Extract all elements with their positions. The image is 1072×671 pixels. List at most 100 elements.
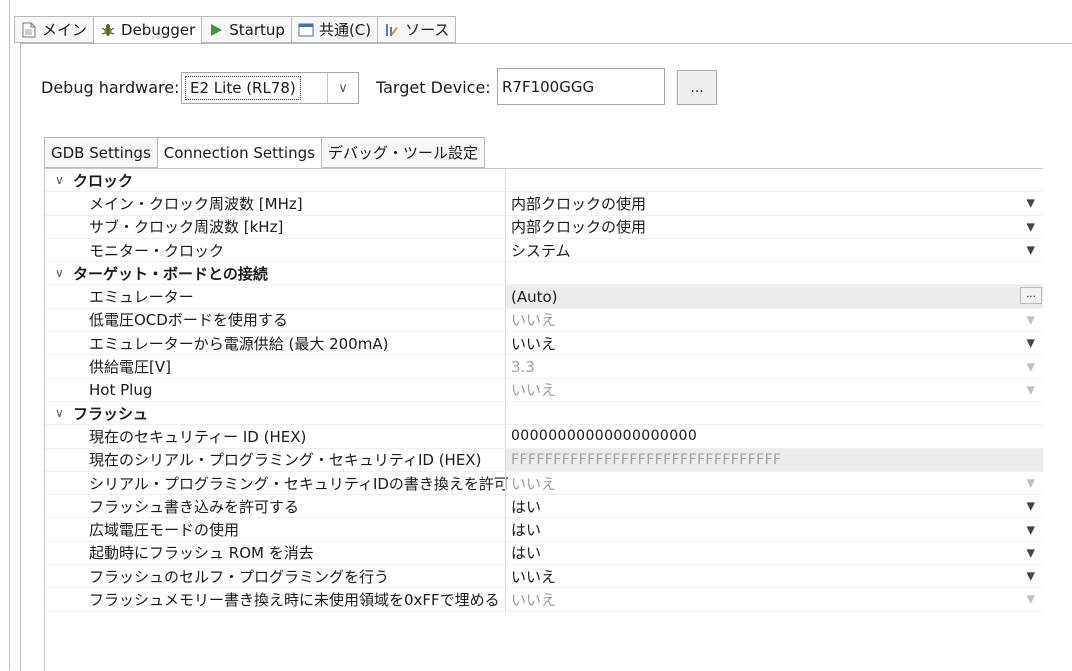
property-value-cell[interactable]: いいえ ▼ [505, 471, 1043, 495]
tab-common[interactable]: 共通(C) [291, 16, 379, 43]
property-value: はい [511, 521, 542, 540]
chevron-down-icon[interactable]: ▼ [1027, 500, 1035, 513]
row-label: クロック [73, 171, 134, 190]
play-icon [208, 22, 224, 38]
property-name: 広域電圧モードの使用 [45, 518, 549, 540]
category-name: ∨ ターゲット・ボードとの接続 [45, 262, 515, 284]
property-category-row[interactable]: ∨ ターゲット・ボードとの接続 [45, 262, 1043, 286]
debug-hardware-value: E2 Lite (RL78) [185, 76, 301, 100]
property-row[interactable]: フラッシュのセルフ・プログラミングを行う いいえ ▼ [45, 565, 1043, 589]
debug-hardware-select[interactable]: E2 Lite (RL78) ∨ [181, 72, 359, 104]
tab-gdb-settings[interactable]: GDB Settings [44, 137, 158, 168]
chevron-down-icon[interactable]: ▼ [1027, 244, 1035, 257]
property-name: エミュレーターから電源供給 (最大 200mA) [45, 332, 549, 354]
debugger-subtabs: GDB Settings Connection Settings デバッグ・ツー… [44, 137, 485, 168]
tab-debugger[interactable]: Debugger [94, 16, 203, 44]
property-name: 供給電圧[V] [45, 355, 549, 377]
property-name: シリアル・プログラミング・セキュリティIDの書き換えを許可 [45, 472, 549, 494]
property-value-cell[interactable]: FFFFFFFFFFFFFFFFFFFFFFFFFFFFFFFF [505, 448, 1043, 471]
property-value-cell[interactable]: 内部クロックの使用 ▼ [505, 215, 1043, 238]
property-value: いいえ [511, 334, 557, 353]
chevron-down-icon[interactable]: ▼ [1027, 546, 1035, 559]
chevron-down-icon[interactable]: ∨ [55, 406, 73, 420]
property-value-cell[interactable]: いいえ ▼ [505, 378, 1043, 401]
property-row[interactable]: フラッシュ書き込みを許可する はい ▼ [45, 495, 1043, 519]
property-value: (Auto) [511, 287, 558, 306]
property-row[interactable]: エミュレーターから電源供給 (最大 200mA) いいえ ▼ [45, 332, 1043, 356]
property-value-cell[interactable]: いいえ ▼ [505, 588, 1043, 611]
tab-source[interactable]: ソース [378, 16, 457, 43]
target-device-field[interactable]: R7F100GGG [497, 68, 665, 105]
property-category-row[interactable]: ∨ クロック [45, 169, 1043, 193]
property-value: 00000000000000000000 [511, 428, 698, 445]
property-value-cell[interactable]: 3.3 ▼ [505, 355, 1043, 378]
property-value-cell[interactable]: はい ▼ [505, 495, 1043, 518]
property-row[interactable]: 低電圧OCDボードを使用する いいえ ▼ [45, 308, 1043, 333]
row-label: 供給電圧[V] [89, 358, 171, 377]
tab-main[interactable]: メイン [14, 16, 95, 43]
row-label: シリアル・プログラミング・セキュリティIDの書き換えを許可 [89, 474, 509, 493]
property-row[interactable]: Hot Plug いいえ ▼ [45, 378, 1043, 402]
property-name: メイン・クロック周波数 [MHz] [45, 192, 549, 214]
row-label: メイン・クロック周波数 [MHz] [89, 194, 303, 213]
category-name: ∨ クロック [45, 169, 515, 191]
row-label: 低電圧OCDボードを使用する [89, 311, 288, 330]
property-row[interactable]: フラッシュメモリー書き換え時に未使用領域を0xFFで埋める いいえ ▼ [45, 588, 1043, 612]
tab-main-label: メイン [42, 21, 88, 39]
tab-debugger-label: Debugger [121, 21, 196, 39]
property-value-cell [505, 401, 1043, 425]
property-value-cell[interactable]: はい ▼ [505, 541, 1043, 565]
row-label: Hot Plug [89, 380, 153, 399]
property-row[interactable]: 供給電圧[V] 3.3 ▼ [45, 355, 1043, 379]
left-edge-divider [9, 0, 10, 670]
property-value-cell[interactable]: はい ▼ [505, 518, 1043, 541]
chevron-down-icon[interactable]: ∨ [55, 266, 73, 280]
property-value-cell[interactable]: 00000000000000000000 [505, 425, 1043, 448]
row-label: フラッシュ [73, 404, 149, 423]
property-value-cell[interactable]: システム ▼ [505, 238, 1043, 262]
chevron-down-icon[interactable]: ▼ [1027, 570, 1035, 583]
chevron-down-icon[interactable]: ▼ [1027, 197, 1035, 210]
property-value-cell[interactable]: いいえ ▼ [505, 308, 1043, 332]
property-value: はい [511, 544, 542, 563]
row-label: サブ・クロック周波数 [kHz] [89, 218, 284, 237]
property-name: 起動時にフラッシュ ROM を消去 [45, 542, 549, 564]
property-row[interactable]: メイン・クロック周波数 [MHz] 内部クロックの使用 ▼ [45, 192, 1043, 216]
property-name: 現在のセキュリティー ID (HEX) [45, 425, 549, 447]
property-value-cell[interactable]: 内部クロックの使用 ▼ [505, 192, 1043, 215]
property-value-cell [505, 169, 1043, 192]
property-row[interactable]: 現在のセキュリティー ID (HEX) 00000000000000000000 [45, 425, 1043, 449]
ellipsis-button[interactable]: ... [1020, 287, 1042, 305]
property-row[interactable]: 広域電圧モードの使用 はい ▼ [45, 518, 1043, 542]
property-row[interactable]: サブ・クロック周波数 [kHz] 内部クロックの使用 ▼ [45, 215, 1043, 239]
target-device-browse-button[interactable]: ... [677, 70, 717, 105]
property-value-cell[interactable]: (Auto)... [505, 285, 1043, 308]
property-row[interactable]: 起動時にフラッシュ ROM を消去 はい ▼ [45, 541, 1043, 566]
row-label: モニター・クロック [89, 241, 225, 260]
property-row[interactable]: シリアル・プログラミング・セキュリティIDの書き換えを許可 いいえ ▼ [45, 471, 1043, 496]
chevron-down-icon[interactable]: ▼ [1027, 337, 1035, 350]
tab-startup[interactable]: Startup [202, 16, 292, 43]
property-value: はい [511, 497, 542, 516]
debug-hardware-label: Debug hardware: [41, 78, 180, 97]
chevron-down-icon[interactable]: ▼ [1027, 220, 1035, 233]
property-name: フラッシュのセルフ・プログラミングを行う [45, 565, 549, 587]
tab-debug-tool-settings[interactable]: デバッグ・ツール設定 [321, 137, 485, 168]
row-label: ターゲット・ボードとの接続 [73, 264, 268, 283]
property-value-cell[interactable]: いいえ ▼ [505, 565, 1043, 588]
tab-connection-settings[interactable]: Connection Settings [157, 137, 322, 168]
chevron-down-icon[interactable]: ∨ [327, 73, 358, 103]
property-value: 3.3 [511, 357, 535, 376]
property-row[interactable]: エミュレーター (Auto)... [45, 285, 1043, 309]
chevron-down-icon[interactable]: ▼ [1027, 523, 1035, 536]
property-value-cell[interactable]: いいえ ▼ [505, 332, 1043, 355]
property-name: フラッシュ書き込みを許可する [45, 495, 549, 517]
property-category-row[interactable]: ∨ フラッシュ [45, 401, 1043, 426]
chevron-down-icon[interactable]: ∨ [55, 173, 73, 187]
tab-startup-label: Startup [229, 20, 285, 39]
property-row[interactable]: モニター・クロック システム ▼ [45, 238, 1043, 263]
property-row[interactable]: 現在のシリアル・プログラミング・セキュリティID (HEX) FFFFFFFFFF… [45, 448, 1043, 472]
debugger-bug-icon [100, 22, 116, 38]
row-label: 現在のセキュリティー ID (HEX) [89, 427, 307, 446]
property-value: FFFFFFFFFFFFFFFFFFFFFFFFFFFFFFFF [511, 451, 782, 468]
